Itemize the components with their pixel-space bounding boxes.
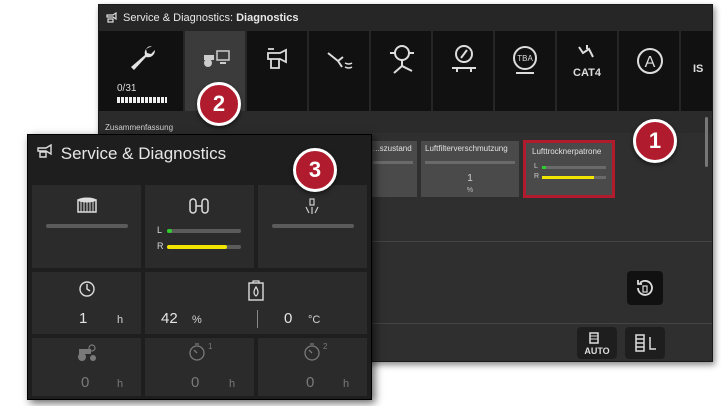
service-timer-icon: [303, 342, 323, 367]
tab-auto-mode[interactable]: A: [619, 31, 681, 111]
sprayer-icon: [325, 49, 355, 78]
air-dryer-icon: [187, 197, 211, 220]
air-filter-icon: [76, 197, 98, 220]
panel-title-row: Service & Diagnostics: [36, 143, 226, 164]
title-bar: Service & Diagnostics: Diagnostics: [99, 5, 712, 31]
dryer-r-label: R: [157, 241, 164, 251]
tab-wrench[interactable]: 0/31: [99, 31, 185, 111]
callout-badge-2: 2: [197, 82, 241, 126]
air-dryer-label: Lufttrocknerpatrone: [532, 147, 602, 156]
tba-label: TBA: [517, 54, 533, 63]
tab-is[interactable]: IS: [681, 31, 712, 111]
status-card-label: ...szustand: [373, 144, 412, 153]
air-dryer-card[interactable]: Lufttrocknerpatrone L R: [523, 140, 615, 198]
summary-label: Zusammenfassung: [105, 123, 174, 132]
air-dryer-r-fill: [542, 176, 594, 179]
auto-label: AUTO: [584, 346, 610, 356]
air-filter-bar: [425, 161, 515, 164]
title-prefix: Service & Diagnostics:: [123, 12, 237, 24]
callout-badge-3: 3: [293, 148, 337, 192]
filter-service-button[interactable]: [625, 327, 665, 359]
oil-can-icon: [105, 10, 119, 29]
tractor-service-icon: [76, 344, 98, 367]
auto-mode-label: A: [645, 54, 656, 71]
clock-icon: [78, 280, 96, 303]
title-bold: Diagnostics: [236, 12, 299, 24]
tab-tba[interactable]: TBA: [495, 31, 557, 111]
dryer-r-track: [167, 245, 241, 249]
service-1-cell[interactable]: 0 h: [32, 338, 141, 396]
service-3-superscript: 2: [323, 342, 328, 351]
tab-hitch[interactable]: [371, 31, 433, 111]
status-card-bar: [373, 161, 413, 164]
service-2-unit: h: [229, 378, 236, 390]
service-3-value: 0: [306, 374, 315, 391]
air-dryer-l-fill: [542, 166, 546, 169]
window-title: Service & Diagnostics: Diagnostics: [123, 12, 298, 24]
service-3-unit: h: [343, 378, 350, 390]
scrollbar[interactable]: [705, 117, 708, 167]
cat4-label: CAT4: [573, 67, 601, 79]
hours-value: 1: [79, 310, 88, 327]
callout-badge-1: 1: [633, 119, 677, 163]
air-filter-value: 1: [467, 173, 473, 184]
spray-nozzle-icon: [302, 197, 324, 220]
auto-mode-icon: A: [634, 45, 666, 77]
air-filter-bar: [46, 224, 128, 228]
tab-trailer-brake[interactable]: [433, 31, 495, 111]
dryer-l-track: [167, 229, 241, 233]
dryer-l-fill: [167, 229, 172, 233]
fluid-temp-cell[interactable]: 42 % 0 °C: [145, 272, 367, 334]
auto-filter-button[interactable]: AUTO: [577, 327, 617, 359]
temperature-unit: °C: [308, 314, 321, 326]
air-dryer-r-label: R: [534, 173, 540, 180]
temperature-value: 0: [284, 310, 293, 327]
tba-icon: TBA: [508, 43, 542, 77]
hours-unit: h: [117, 314, 124, 326]
wrench-icon: [127, 43, 159, 78]
hitch-icon: [386, 43, 418, 82]
tractor-monitor-icon: [202, 49, 232, 74]
air-dryer-r-track: [542, 176, 606, 179]
dryer-l-label: L: [157, 225, 163, 235]
panel-title: Service & Diagnostics: [60, 144, 227, 163]
service-2-value: 0: [191, 374, 200, 391]
is-label: IS: [693, 63, 704, 75]
tab-sprayer[interactable]: [309, 31, 371, 111]
spray-bar: [272, 224, 354, 228]
dryer-r-fill: [167, 245, 227, 249]
air-dryer-l-track: [542, 166, 606, 169]
service-timer-icon: [188, 342, 208, 367]
counter-label: 0/31: [117, 83, 137, 94]
tab-cat4[interactable]: CAT4: [557, 31, 619, 111]
reset-button[interactable]: [627, 271, 663, 305]
service-1-unit: h: [117, 378, 124, 390]
reset-icon: [634, 277, 656, 304]
service-3-cell[interactable]: 2 0 h: [258, 338, 367, 396]
service-2-superscript: 1: [208, 342, 213, 351]
fluid-tank-icon: [246, 280, 266, 307]
oil-can-icon: [264, 47, 292, 78]
fuel-unit: %: [192, 314, 202, 326]
trailer-brake-icon: [449, 43, 479, 82]
tab-bar: 0/31 TBA CAT4 A IS: [99, 31, 712, 111]
oil-can-icon: [36, 143, 56, 164]
filter-service-icon: [635, 333, 657, 358]
air-dryer-cell[interactable]: L R: [145, 185, 254, 268]
spray-cell[interactable]: [258, 185, 367, 268]
engine-hours-cell[interactable]: 1 h: [32, 272, 141, 334]
air-dryer-l-label: L: [534, 163, 538, 170]
cat4-icon: [573, 43, 603, 68]
counter-progress-bar: [117, 97, 167, 103]
air-filter-unit: %: [466, 187, 474, 194]
air-filter-card[interactable]: Luftfilterverschmutzung 1 %: [421, 141, 519, 197]
fuel-value: 42: [161, 310, 178, 327]
air-filter-label: Luftfilterverschmutzung: [425, 144, 508, 153]
tab-oil[interactable]: [247, 31, 309, 111]
value-separator: [257, 310, 258, 328]
service-2-cell[interactable]: 1 0 h: [145, 338, 254, 396]
service-1-value: 0: [81, 374, 90, 391]
air-filter-cell[interactable]: [32, 185, 141, 268]
status-card[interactable]: ...szustand: [369, 141, 417, 197]
